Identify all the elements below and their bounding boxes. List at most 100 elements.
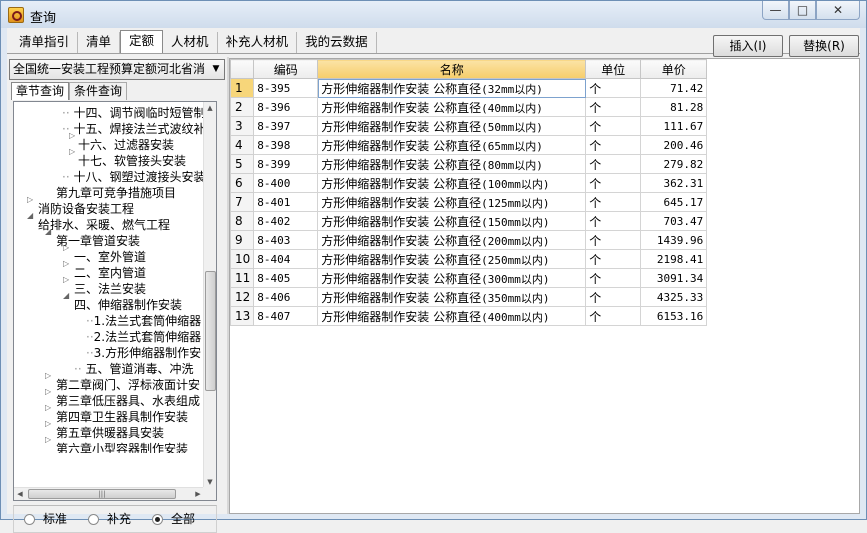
cell-unit[interactable]: 个 <box>585 78 642 98</box>
cell-unit[interactable]: 个 <box>585 192 642 212</box>
cell-unit[interactable]: 个 <box>585 116 642 136</box>
row-number[interactable]: 5 <box>229 154 255 174</box>
collapse-icon[interactable]: ◢ <box>63 292 72 301</box>
minimize-icon[interactable]: — <box>762 1 789 20</box>
cell-name[interactable]: 方形伸缩器制作安装 公称直径(400mm以内) <box>317 306 587 326</box>
expand-icon[interactable]: ▷ <box>45 404 54 413</box>
cell-price[interactable]: 6153.16 <box>640 306 708 326</box>
cell-price[interactable]: 703.47 <box>640 211 708 231</box>
cell-unit[interactable]: 个 <box>585 230 642 250</box>
cell-name[interactable]: 方形伸缩器制作安装 公称直径(250mm以内) <box>317 249 587 269</box>
scroll-left-icon[interactable]: ◀ <box>14 488 26 500</box>
cell-unit[interactable]: 个 <box>585 249 642 269</box>
cell-price[interactable]: 2198.41 <box>640 249 708 269</box>
row-number[interactable]: 6 <box>229 173 255 193</box>
cell-unit[interactable]: 个 <box>585 173 642 193</box>
cell-name[interactable]: 方形伸缩器制作安装 公称直径(32mm以内) <box>317 78 587 98</box>
tab-bill[interactable]: 清单 <box>78 32 121 54</box>
row-number[interactable]: 3 <box>229 116 255 136</box>
cell-name[interactable]: 方形伸缩器制作安装 公称直径(40mm以内) <box>317 97 587 117</box>
expand-icon[interactable]: ▷ <box>45 420 54 429</box>
cell-code[interactable]: 8-396 <box>253 97 319 117</box>
tree-item[interactable]: 第五章供暖器具安装 <box>56 425 164 441</box>
expand-icon[interactable]: ▷ <box>27 196 36 205</box>
insert-button[interactable]: 插入(I) <box>713 35 783 57</box>
table-row[interactable]: 2 8-396 方形伸缩器制作安装 公称直径(40mm以内) 个 81.28 <box>229 97 708 117</box>
expand-icon[interactable]: ▷ <box>45 436 54 445</box>
cell-price[interactable]: 111.67 <box>640 116 708 136</box>
tree-item[interactable]: 三、法兰安装 <box>74 281 146 297</box>
cell-code[interactable]: 8-406 <box>253 287 319 307</box>
table-row[interactable]: 7 8-401 方形伸缩器制作安装 公称直径(125mm以内) 个 645.17 <box>229 192 708 212</box>
cell-name[interactable]: 方形伸缩器制作安装 公称直径(100mm以内) <box>317 173 587 193</box>
cell-unit[interactable]: 个 <box>585 154 642 174</box>
expand-icon[interactable]: ▷ <box>63 244 72 253</box>
tree-item[interactable]: 给排水、采暖、燃气工程 <box>38 217 170 233</box>
cell-code[interactable]: 8-397 <box>253 116 319 136</box>
cell-unit[interactable]: 个 <box>585 97 642 117</box>
cell-price[interactable]: 4325.33 <box>640 287 708 307</box>
cell-unit[interactable]: 个 <box>585 287 642 307</box>
row-number[interactable]: 11 <box>229 268 255 288</box>
cell-name[interactable]: 方形伸缩器制作安装 公称直径(65mm以内) <box>317 135 587 155</box>
scroll-up-icon[interactable]: ▲ <box>204 102 216 114</box>
cell-unit[interactable]: 个 <box>585 135 642 155</box>
table-row[interactable]: 12 8-406 方形伸缩器制作安装 公称直径(350mm以内) 个 4325.33 <box>229 287 708 307</box>
cell-unit[interactable]: 个 <box>585 211 642 231</box>
tab-supplementary-lmm[interactable]: 补充人材机 <box>217 32 298 54</box>
row-number[interactable]: 13 <box>229 306 255 326</box>
cell-price[interactable]: 362.31 <box>640 173 708 193</box>
cell-code[interactable]: 8-403 <box>253 230 319 250</box>
tree-item[interactable]: 四、伸缩器制作安装 <box>74 297 182 313</box>
maximize-icon[interactable]: □ <box>789 1 816 20</box>
cell-name[interactable]: 方形伸缩器制作安装 公称直径(200mm以内) <box>317 230 587 250</box>
tab-condition-search[interactable]: 条件查询 <box>69 82 128 100</box>
tree-item[interactable]: 第四章卫生器具制作安装 <box>56 409 188 425</box>
tab-quota[interactable]: 定额 <box>120 30 164 54</box>
cell-code[interactable]: 8-401 <box>253 192 319 212</box>
expand-icon[interactable]: ▷ <box>45 388 54 397</box>
tree-item[interactable]: ··1.法兰式套筒伸缩器 <box>86 313 201 329</box>
table-row[interactable]: 9 8-403 方形伸缩器制作安装 公称直径(200mm以内) 个 1439.96 <box>229 230 708 250</box>
tree-item[interactable]: 第二章阀门、浮标液面计安 <box>56 377 200 393</box>
tree-item[interactable]: 消防设备安装工程 <box>38 201 134 217</box>
row-number[interactable]: 10 <box>229 249 255 269</box>
table-row[interactable]: 1 8-395 方形伸缩器制作安装 公称直径(32mm以内) 个 71.42 <box>229 78 708 98</box>
tree-item[interactable]: 一、室外管道 <box>74 249 146 265</box>
tab-my-cloud-data[interactable]: 我的云数据 <box>297 32 377 54</box>
tree-horizontal-scrollbar[interactable]: ◀ ||| ▶ <box>14 487 204 500</box>
cell-name[interactable]: 方形伸缩器制作安装 公称直径(125mm以内) <box>317 192 587 212</box>
collapse-icon[interactable]: ◢ <box>27 212 36 221</box>
scrollbar-thumb[interactable]: ||| <box>28 489 176 499</box>
cell-code[interactable]: 8-398 <box>253 135 319 155</box>
expand-icon[interactable]: ▷ <box>45 372 54 381</box>
cell-name[interactable]: 方形伸缩器制作安装 公称直径(300mm以内) <box>317 268 587 288</box>
quota-library-select[interactable]: 全国统一安装工程预算定额河北省消 ▼ <box>9 59 225 80</box>
row-number[interactable]: 12 <box>229 287 255 307</box>
cell-price[interactable]: 200.46 <box>640 135 708 155</box>
cell-name[interactable]: 方形伸缩器制作安装 公称直径(80mm以内) <box>317 154 587 174</box>
row-number[interactable]: 9 <box>229 230 255 250</box>
tree-item[interactable]: 十六、过滤器安装 <box>78 137 174 153</box>
table-row[interactable]: 5 8-399 方形伸缩器制作安装 公称直径(80mm以内) 个 279.82 <box>229 154 708 174</box>
tree-vertical-scrollbar[interactable]: ▲ ▼ <box>203 102 216 488</box>
header-price[interactable]: 单价 <box>640 59 708 79</box>
cell-name[interactable]: 方形伸缩器制作安装 公称直径(150mm以内) <box>317 211 587 231</box>
tree-item[interactable]: ·· 十八、钢塑过渡接头安装 <box>62 169 205 185</box>
tree-item[interactable]: ·· 十四、调节阀临时短管制 <box>62 105 205 121</box>
cell-code[interactable]: 8-402 <box>253 211 319 231</box>
scrollbar-thumb[interactable] <box>205 271 216 391</box>
tree-item[interactable]: 第三章低压器具、水表组成 <box>56 393 200 409</box>
table-row[interactable]: 13 8-407 方形伸缩器制作安装 公称直径(400mm以内) 个 6153.16 <box>229 306 708 326</box>
cell-price[interactable]: 645.17 <box>640 192 708 212</box>
tree-item[interactable]: ··3.方形伸缩器制作安 <box>86 345 201 361</box>
tree-item[interactable]: 第九章可竞争措施项目 <box>56 185 176 201</box>
expand-icon[interactable]: ▷ <box>63 260 72 269</box>
tree-item[interactable]: 第六章小型容器制作安装 <box>56 441 188 453</box>
row-number[interactable]: 8 <box>229 211 255 231</box>
header-code[interactable]: 编码 <box>253 59 319 79</box>
cell-price[interactable]: 1439.96 <box>640 230 708 250</box>
tab-bill-guide[interactable]: 清单指引 <box>11 32 79 54</box>
row-number[interactable]: 2 <box>229 97 255 117</box>
row-number[interactable]: 1 <box>229 78 255 98</box>
